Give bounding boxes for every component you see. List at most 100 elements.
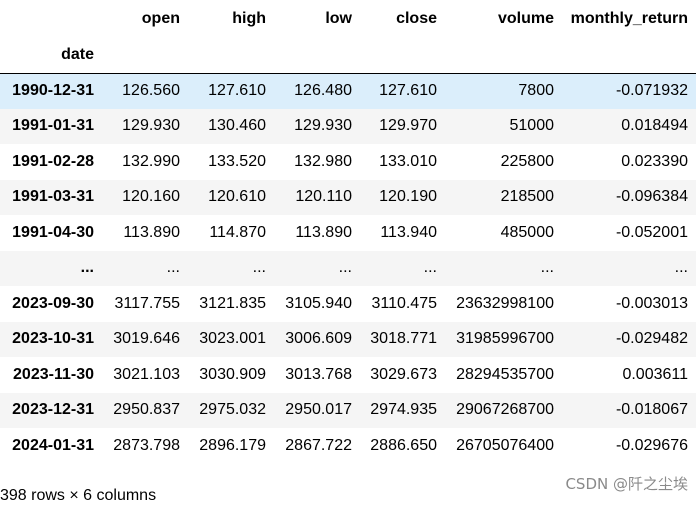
table-row: 2023-12-31 2950.837 2975.032 2950.017 2974.9… — [0, 392, 696, 428]
cell-open: 129.930 — [122, 117, 180, 135]
cell-volume: 23632998100 — [456, 294, 554, 312]
cell-open: 2873.798 — [113, 436, 180, 454]
cell-volume: 7800 — [445, 73, 562, 109]
index-header-row: date — [0, 37, 696, 73]
column-header-open: open — [141, 9, 180, 27]
cell-high: 130.460 — [208, 117, 266, 135]
table-body: 1990-12-31 126.560 127.610 126.480 127.610 78… — [0, 73, 696, 464]
column-header-volume: volume — [497, 9, 554, 27]
cell-open: 3021.103 — [113, 365, 180, 383]
table-row: 1991-03-31 120.160 120.610 120.110 120.190 21… — [0, 179, 696, 215]
table-row: 2023-10-31 3019.646 3023.001 3006.609 3018.7… — [0, 321, 696, 357]
cell-monthly-return: -0.018067 — [615, 401, 688, 419]
cell-open: 3117.755 — [114, 294, 180, 312]
cell-high: 120.610 — [208, 188, 266, 206]
cell-low: 2950.017 — [285, 401, 352, 419]
cell-low: 3105.940 — [285, 294, 352, 312]
table-row: 2023-09-30 3117.755 3121.835 3105.940 3110.4… — [0, 286, 696, 322]
row-index-date: 2023-11-30 — [13, 365, 94, 383]
row-count-summary: 398 rows × 6 columns — [0, 487, 157, 504]
cell-close: ... — [423, 259, 437, 277]
table-row: 1991-01-31 129.930 130.460 129.930 129.970 51… — [0, 108, 696, 144]
cell-open: 113.890 — [123, 223, 180, 241]
cell-monthly-return: -0.096384 — [615, 188, 688, 206]
cell-low: 126.480 — [274, 73, 360, 109]
cell-monthly-return: 0.023390 — [621, 152, 688, 170]
cell-volume: ... — [540, 259, 554, 277]
cell-low: 2867.722 — [285, 436, 352, 454]
cell-high: 133.520 — [208, 152, 266, 170]
column-header-low: low — [325, 9, 352, 27]
row-index-date: 2024-01-31 — [12, 436, 94, 454]
cell-volume: 28294535700 — [456, 365, 554, 383]
cell-close: 3110.475 — [371, 294, 437, 312]
cell-high: 2896.179 — [199, 436, 266, 454]
cell-close: 133.010 — [379, 152, 437, 170]
cell-volume: 218500 — [500, 188, 554, 206]
cell-monthly-return: -0.071932 — [562, 73, 696, 109]
row-index-date: 1990-12-31 — [0, 73, 102, 109]
row-index-date: 1991-02-28 — [12, 152, 94, 170]
cell-low: 129.930 — [294, 117, 352, 135]
cell-monthly-return: -0.003013 — [615, 294, 688, 312]
cell-close: 129.970 — [379, 117, 437, 135]
row-index-date: 1991-01-31 — [12, 117, 94, 135]
cell-open: 126.560 — [102, 73, 188, 109]
cell-high: 2975.032 — [199, 401, 266, 419]
row-index-date: 2023-10-31 — [12, 330, 94, 348]
index-name: date — [61, 45, 94, 63]
table-row: 1990-12-31 126.560 127.610 126.480 127.610 78… — [0, 73, 696, 109]
column-header-close: close — [396, 9, 437, 27]
cell-open: ... — [166, 259, 180, 277]
row-index-date: 2023-12-31 — [12, 401, 94, 419]
column-header-monthly-return: monthly_return — [570, 9, 688, 27]
cell-volume: 51000 — [509, 117, 555, 135]
cell-monthly-return: -0.029676 — [615, 436, 688, 454]
cell-low: 3006.609 — [285, 330, 352, 348]
table-row: ..................... — [0, 250, 696, 286]
cell-high: ... — [252, 259, 266, 277]
cell-monthly-return: 0.018494 — [621, 117, 688, 135]
cell-high: 114.870 — [209, 223, 266, 241]
row-index-date: ... — [80, 259, 94, 277]
cell-monthly-return: -0.029482 — [615, 330, 688, 348]
cell-open: 132.990 — [122, 152, 180, 170]
cell-high: 127.610 — [188, 73, 274, 109]
cell-low: 3013.768 — [285, 365, 352, 383]
column-header-row: open high low close volume monthly_retur… — [0, 0, 696, 37]
cell-low: ... — [338, 259, 352, 277]
table-row: 1991-04-30 113.890 114.870 113.890 113.940 48… — [0, 215, 696, 251]
dataframe-table: open high low close volume monthly_retur… — [0, 0, 696, 464]
cell-high: 3023.001 — [199, 330, 266, 348]
cell-monthly-return: -0.052001 — [615, 223, 688, 241]
table-row: 1991-02-28 132.990 133.520 132.980 133.010 22… — [0, 144, 696, 180]
cell-close: 2974.935 — [370, 401, 437, 419]
cell-high: 3121.835 — [199, 294, 266, 312]
row-index-date: 1991-04-30 — [12, 223, 94, 241]
table-row: 2024-01-31 2873.798 2896.179 2867.722 2886.6… — [0, 428, 696, 464]
watermark: CSDN @阡之尘埃 — [565, 475, 688, 493]
cell-low: 132.980 — [294, 152, 352, 170]
cell-monthly-return: ... — [674, 259, 688, 277]
cell-volume: 225800 — [500, 152, 554, 170]
cell-volume: 31985996700 — [456, 330, 554, 348]
cell-low: 120.110 — [295, 188, 352, 206]
cell-volume: 29067268700 — [456, 401, 554, 419]
row-index-date: 2023-09-30 — [12, 294, 94, 312]
header-blank — [0, 0, 102, 37]
cell-close: 113.940 — [380, 223, 437, 241]
cell-volume: 485000 — [500, 223, 554, 241]
cell-close: 120.190 — [379, 188, 437, 206]
column-header-high: high — [232, 9, 266, 27]
cell-open: 120.160 — [122, 188, 180, 206]
table-row: 2023-11-30 3021.103 3030.909 3013.768 3029.6… — [0, 357, 696, 393]
cell-monthly-return: 0.003611 — [622, 365, 688, 383]
cell-close: 3018.771 — [370, 330, 437, 348]
cell-open: 2950.837 — [113, 401, 180, 419]
cell-volume: 26705076400 — [456, 436, 554, 454]
cell-close: 2886.650 — [370, 436, 437, 454]
cell-low: 113.890 — [295, 223, 352, 241]
row-index-date: 1991-03-31 — [12, 188, 94, 206]
cell-high: 3030.909 — [199, 365, 266, 383]
cell-close: 127.610 — [360, 73, 445, 109]
